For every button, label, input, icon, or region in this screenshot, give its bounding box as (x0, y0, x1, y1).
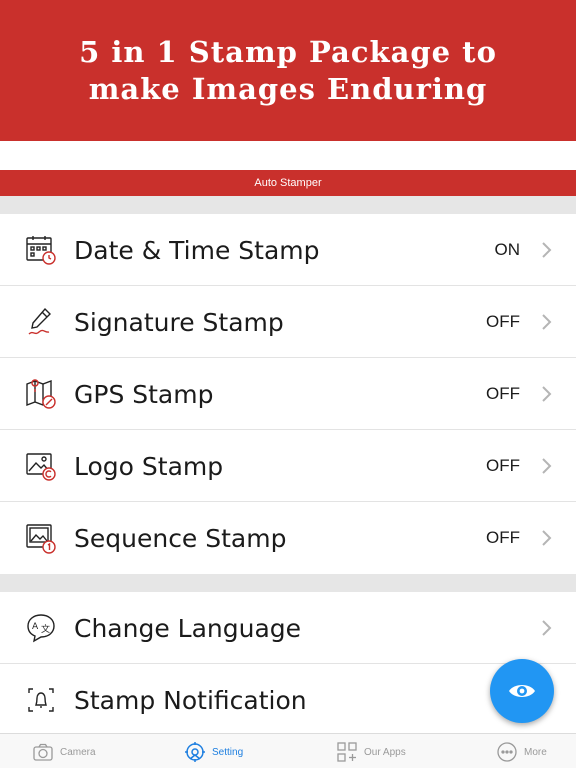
chevron-right-icon (542, 530, 552, 546)
gear-icon (185, 742, 205, 762)
svg-text:文: 文 (41, 623, 50, 635)
section-divider (0, 196, 576, 214)
svg-text:A: A (32, 622, 39, 632)
camera-icon (33, 743, 53, 761)
app-title: Auto Stamper (254, 177, 322, 189)
row-label: Stamp Notification (74, 685, 307, 715)
tab-label: Our Apps (364, 746, 406, 758)
row-label: Sequence Stamp (74, 523, 287, 553)
row-signature-stamp[interactable]: Signature Stamp OFF (0, 286, 576, 358)
settings-list: A 文 Change Language Stamp Notification (0, 592, 576, 736)
notification-icon (24, 683, 58, 717)
row-date-time-stamp[interactable]: Date & Time Stamp ON (0, 214, 576, 286)
tab-our-apps[interactable]: Our Apps (336, 739, 406, 765)
tab-label: More (524, 746, 547, 758)
calendar-clock-icon (24, 233, 58, 267)
preview-fab-button[interactable] (490, 659, 554, 723)
row-stamp-notification[interactable]: Stamp Notification (0, 664, 576, 736)
chevron-right-icon (542, 314, 552, 330)
tab-label: Setting (212, 746, 244, 758)
row-change-language[interactable]: A 文 Change Language (0, 592, 576, 664)
promo-title-line-1: 5 in 1 Stamp Package to (79, 34, 497, 69)
tab-camera[interactable]: Camera (32, 739, 96, 765)
image-sequence-icon (24, 521, 58, 555)
chevron-right-icon (542, 242, 552, 258)
row-gps-stamp[interactable]: GPS Stamp OFF (0, 358, 576, 430)
promo-title-line-2: make Images Enduring (88, 71, 488, 106)
promo-title: 5 in 1 Stamp Package to make Images Endu… (28, 34, 548, 108)
row-label: Change Language (74, 613, 302, 643)
map-location-icon (24, 377, 58, 411)
tab-setting[interactable]: Setting (184, 739, 243, 765)
row-label: GPS Stamp (74, 379, 214, 409)
translate-icon: A 文 (24, 611, 58, 645)
app-title-bar: Auto Stamper (0, 170, 576, 196)
more-icon (497, 742, 517, 762)
chevron-right-icon (542, 620, 552, 636)
stamp-list: Date & Time Stamp ON Signature Stamp OFF (0, 214, 576, 574)
status-value: OFF (486, 456, 520, 475)
row-label: Signature Stamp (74, 307, 284, 337)
row-label: Logo Stamp (74, 451, 224, 481)
status-value: OFF (486, 528, 520, 547)
row-sequence-stamp[interactable]: Sequence Stamp OFF (0, 502, 576, 574)
status-value: OFF (486, 312, 520, 331)
bottom-tab-bar: Camera Setting Our Apps More (0, 733, 576, 768)
status-value: ON (494, 240, 521, 259)
section-divider (0, 574, 576, 592)
promo-banner: 5 in 1 Stamp Package to make Images Endu… (0, 0, 576, 141)
row-label: Date & Time Stamp (74, 235, 320, 265)
row-logo-stamp[interactable]: Logo Stamp OFF (0, 430, 576, 502)
tab-label: Camera (60, 746, 96, 758)
chevron-right-icon (542, 386, 552, 402)
apps-icon (337, 742, 357, 762)
status-bar-area (0, 141, 576, 170)
eye-icon (509, 685, 535, 697)
signature-pen-icon (24, 305, 58, 339)
image-logo-icon (24, 449, 58, 483)
chevron-right-icon (542, 458, 552, 474)
tab-more[interactable]: More (496, 739, 547, 765)
status-value: OFF (486, 384, 520, 403)
